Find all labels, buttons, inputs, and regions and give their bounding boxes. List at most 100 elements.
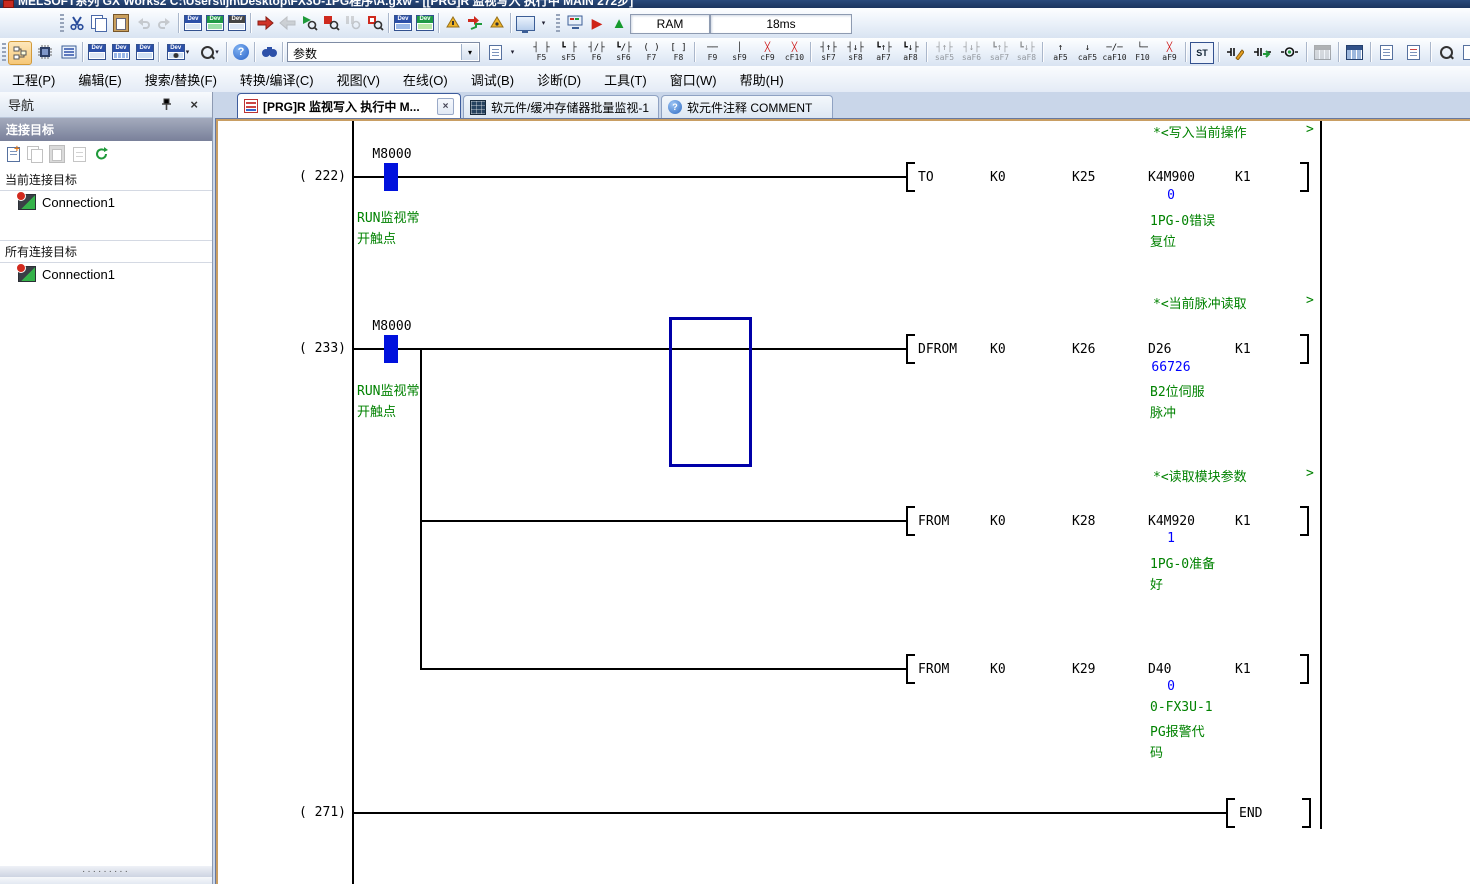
ladder-key-closed-contact[interactable]: ┤/├F6 (583, 40, 610, 65)
device-display-button[interactable]: Dev (182, 12, 204, 34)
remote-operation-button[interactable] (564, 12, 586, 34)
ladder-key-pulse-closed-branch[interactable]: ┤↓├saF6 (958, 40, 985, 65)
connection-item-all[interactable]: Connection1 (0, 263, 212, 285)
menu-project[interactable]: 工程(P) (12, 70, 55, 89)
ladder-key-line-draw[interactable]: └─F10 (1129, 40, 1156, 65)
monitor-mode-button[interactable] (1278, 41, 1300, 63)
cut-button[interactable] (66, 12, 88, 34)
program-list-button[interactable] (58, 41, 80, 63)
instruction-operand[interactable]: K0 (990, 514, 1006, 529)
ladder-key-falling-pulse[interactable]: ┤↓├sF8 (842, 40, 869, 65)
ladder-key-parallel-rising-pulse[interactable]: ┗↑├aF7 (870, 40, 897, 65)
instruction-operand[interactable]: K4M900 (1148, 170, 1195, 185)
ladder-editor[interactable]: *<写入当前操作 > ( 222) M8000 RUN监视常 开触点 TO K0… (218, 121, 1470, 884)
device-batch-monitor-button[interactable]: Dev (392, 12, 414, 34)
toolbar-overflow-button[interactable]: ▾ (506, 41, 518, 63)
copy-button[interactable] (88, 12, 110, 34)
ladder-key-horizontal-line[interactable]: ──F9 (699, 40, 726, 65)
ladder-key-parallel-open-contact[interactable]: ┗ ├sF5 (555, 40, 582, 65)
stop-alert-button[interactable]: ▲ (608, 12, 630, 34)
ladder-key-pulse-open-branch[interactable]: ┤↑├saF5 (931, 40, 958, 65)
toolbar-grip[interactable] (556, 14, 560, 32)
tab-device-comment[interactable]: ? 软元件注释 COMMENT (661, 95, 833, 118)
instruction-mnemonic[interactable]: TO (918, 170, 934, 185)
device-register-monitor-button[interactable]: Dev (414, 12, 436, 34)
ladder-key-application-instruction[interactable]: [ ]F8 (665, 40, 692, 65)
toolbar-grip[interactable] (60, 14, 64, 32)
ladder-key-coil[interactable]: ( )F7 (638, 40, 665, 65)
instruction-mnemonic[interactable]: FROM (918, 514, 949, 529)
instruction-operand[interactable]: K0 (990, 662, 1006, 677)
tab-program-main[interactable]: [PRG]R 监视写入 执行中 M... × (237, 93, 461, 118)
menu-help[interactable]: 帮助(H) (740, 70, 784, 89)
copy-connection-button[interactable] (24, 143, 46, 165)
instruction-operand[interactable]: D40 (1148, 662, 1171, 677)
tab-close-button[interactable]: × (437, 98, 454, 115)
toolbar-grip[interactable] (2, 43, 6, 61)
page-preview-button[interactable] (484, 41, 506, 63)
instruction-operand[interactable]: K1 (1235, 662, 1251, 677)
close-icon[interactable]: × (190, 98, 198, 111)
menu-window[interactable]: 窗口(W) (670, 70, 717, 89)
device-memory-button[interactable]: Dev (110, 41, 132, 63)
search-combobox[interactable]: 参数 ▾ (287, 42, 480, 62)
instruction-operand[interactable]: D26 (1148, 342, 1171, 357)
paste-button[interactable] (110, 12, 132, 34)
watch-grid-button[interactable] (1343, 41, 1365, 63)
ladder-edit-mode-button[interactable] (1224, 41, 1246, 63)
redo-button[interactable] (154, 12, 176, 34)
note-button[interactable] (1402, 41, 1424, 63)
ladder-key-falling-edge[interactable]: ↓caF5 (1074, 40, 1101, 65)
monitor-write-button[interactable] (364, 12, 386, 34)
modify-value-button[interactable] (442, 12, 464, 34)
menu-find-replace[interactable]: 搜索/替换(F) (145, 70, 217, 89)
contact-m8000-on[interactable] (384, 163, 398, 191)
display-setting-button[interactable] (514, 12, 536, 34)
menu-view[interactable]: 视图(V) (337, 70, 380, 89)
edit-cursor[interactable] (669, 317, 752, 467)
menu-online[interactable]: 在线(O) (403, 70, 448, 89)
instruction-operand[interactable]: K28 (1072, 514, 1095, 529)
ladder-key-vertical-line[interactable]: │sF9 (726, 40, 753, 65)
panel-splitter[interactable]: ········· (0, 866, 212, 877)
refresh-button[interactable] (90, 143, 112, 165)
program-change-button[interactable] (486, 12, 508, 34)
monitor-stop-button[interactable] (320, 12, 342, 34)
pin-icon[interactable] (160, 98, 172, 114)
ladder-key-open-contact[interactable]: ┤ ├F5 (528, 40, 555, 65)
ladder-key-invert-result[interactable]: ─/─caF10 (1101, 40, 1128, 65)
menu-edit[interactable]: 编辑(E) (78, 70, 121, 89)
instruction-operand[interactable]: K26 (1072, 342, 1095, 357)
write-mode-button[interactable] (1251, 41, 1273, 63)
ladder-key-delete-horizontal-line[interactable]: ╳cF9 (754, 40, 781, 65)
paste-connection-button[interactable] (46, 143, 68, 165)
instruction-operand[interactable]: K4M920 (1148, 514, 1195, 529)
write-to-plc-button[interactable] (254, 12, 276, 34)
statement-button[interactable] (1375, 41, 1397, 63)
instruction-operand[interactable]: K29 (1072, 662, 1095, 677)
device-memory-grid-button[interactable] (1311, 41, 1333, 63)
ladder-key-pulse-parallel-closed[interactable]: ┗↓├saF8 (1013, 40, 1040, 65)
tab-device-batch-monitor[interactable]: 软元件/缓冲存储器批量监视-1 (463, 95, 659, 118)
device-search-menu-button[interactable]: ▾ (196, 41, 224, 63)
toolbar-overflow-button[interactable]: ▾ (536, 12, 550, 34)
read-from-plc-button[interactable] (276, 12, 298, 34)
ladder-key-delete-vertical-line[interactable]: ╳cF10 (781, 40, 808, 65)
ladder-key-pulse-parallel-open[interactable]: ┗↑├saF7 (986, 40, 1013, 65)
instruction-operand[interactable]: K0 (990, 342, 1006, 357)
instruction-operand[interactable]: K1 (1235, 342, 1251, 357)
instruction-mnemonic[interactable]: DFROM (918, 342, 957, 357)
instruction-mnemonic[interactable]: FROM (918, 662, 949, 677)
menu-debug[interactable]: 调试(B) (471, 70, 514, 89)
forced-io-button[interactable] (464, 12, 486, 34)
parameter-button[interactable] (34, 41, 56, 63)
combobox-dropdown-button[interactable]: ▾ (461, 44, 478, 60)
device-display-menu-button[interactable]: Dev▾ (164, 41, 192, 63)
ladder-key-line-delete[interactable]: ╳aF9 (1156, 40, 1183, 65)
menu-compile[interactable]: 转换/编译(C) (240, 70, 314, 89)
current-connection-header[interactable]: 当前连接目标 (0, 168, 212, 191)
device-test-button[interactable]: Dev (226, 12, 248, 34)
undo-button[interactable] (132, 12, 154, 34)
contact-m8000-on[interactable] (384, 335, 398, 363)
instruction-operand[interactable]: K1 (1235, 514, 1251, 529)
